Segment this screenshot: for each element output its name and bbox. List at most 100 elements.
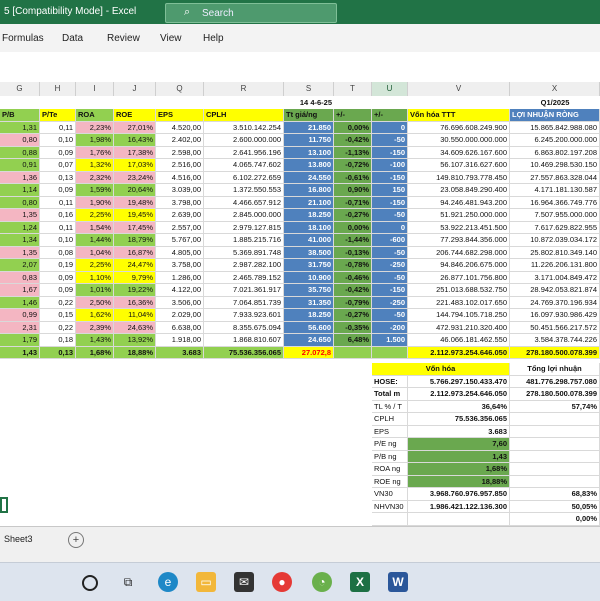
cell-change[interactable]: -50 [372,246,408,259]
cell-roa[interactable]: 2,32% [76,171,114,184]
cell-cplh[interactable]: 4.466.657.912 [204,196,284,209]
cell-roa[interactable]: 1,01% [76,284,114,297]
summary-value-2[interactable] [510,450,600,463]
cell-cplh[interactable]: 7.933.923.601 [204,309,284,322]
cell-market-cap[interactable]: 30.550.000.000.000 [408,134,510,147]
cell-net-profit[interactable]: 10.469.298.530.150 [510,159,600,172]
cell-pb[interactable]: 1,34 [0,234,40,247]
cell-pb[interactable]: 1,14 [0,184,40,197]
cell-price[interactable]: 24.550 [284,171,334,184]
cell-market-cap[interactable]: 221.483.102.017.650 [408,296,510,309]
cell-price[interactable]: 10.900 [284,271,334,284]
cell-change[interactable]: 0 [372,221,408,234]
cell-roe[interactable]: 27,01% [114,121,156,134]
cell-roe[interactable]: 24,47% [114,259,156,272]
cell-pb[interactable]: 1,35 [0,209,40,222]
total-roe[interactable]: 18,88% [114,346,156,359]
cell-change[interactable]: -200 [372,321,408,334]
column-header-q[interactable]: Q [156,82,204,96]
cell-net-profit[interactable]: 25.802.810.349.140 [510,246,600,259]
cell-change-pct[interactable]: -1,13% [334,146,372,159]
cell-roa[interactable]: 2,39% [76,321,114,334]
cell-net-profit[interactable]: 6.863.802.197.208 [510,146,600,159]
column-header-h[interactable]: H [40,82,76,96]
cell-eps[interactable]: 3.758,00 [156,259,204,272]
cell-pte[interactable]: 0,18 [40,334,76,347]
cell-change-pct[interactable]: -0,78% [334,259,372,272]
cell-roe[interactable]: 17,03% [114,159,156,172]
cell-roe[interactable]: 23,24% [114,171,156,184]
cell-market-cap[interactable]: 251.013.688.532.750 [408,284,510,297]
column-header-g[interactable]: G [0,82,40,96]
cell-change-pct[interactable]: -0,42% [334,284,372,297]
cell-roa[interactable]: 1,59% [76,184,114,197]
cell-net-profit[interactable]: 16.097.930.986.429 [510,309,600,322]
summary-value-2[interactable]: 0,00% [510,513,600,526]
edge-icon[interactable]: e [158,572,178,592]
cell-change-pct[interactable]: 0,90% [334,184,372,197]
cell-change[interactable]: -50 [372,309,408,322]
cell-eps[interactable]: 2.029,00 [156,309,204,322]
menu-help[interactable]: Help [203,33,224,44]
cell-roe[interactable]: 9,79% [114,271,156,284]
cell-eps[interactable]: 3.506,00 [156,296,204,309]
cell-pte[interactable]: 0,10 [40,134,76,147]
cell-cplh[interactable]: 2.641.956.196 [204,146,284,159]
cell-change[interactable]: -50 [372,271,408,284]
summary-value-2[interactable] [510,463,600,476]
cell-market-cap[interactable]: 94.846.206.675.000 [408,259,510,272]
cell-change-pct[interactable]: -0,46% [334,271,372,284]
cell-roe[interactable]: 19,48% [114,196,156,209]
summary-value[interactable]: 1,68% [408,463,510,476]
cell-pb[interactable]: 0,80 [0,196,40,209]
cell-cplh[interactable]: 1.868.810.607 [204,334,284,347]
cell-net-profit[interactable]: 50.451.566.217.572 [510,321,600,334]
cell-change-pct[interactable]: -0,35% [334,321,372,334]
cell-pb[interactable]: 0,88 [0,146,40,159]
cell-price[interactable]: 18.250 [284,209,334,222]
add-sheet-button[interactable]: + [68,532,84,548]
cell-eps[interactable]: 4.520,00 [156,121,204,134]
cell-change[interactable]: -250 [372,259,408,272]
cell-cplh[interactable]: 7.021.361.917 [204,284,284,297]
cell-pb[interactable]: 0,91 [0,159,40,172]
cell-pte[interactable]: 0,19 [40,259,76,272]
cell-roe[interactable]: 16,87% [114,246,156,259]
cell-market-cap[interactable]: 46.066.181.462.550 [408,334,510,347]
summary-value[interactable]: 1,43 [408,450,510,463]
word-icon[interactable]: W [388,572,408,592]
cell-price[interactable]: 31.750 [284,259,334,272]
cell-pte[interactable]: 0,15 [40,309,76,322]
cell-change-pct[interactable]: -0,79% [334,296,372,309]
cell-change-pct[interactable]: -0,71% [334,196,372,209]
cell-price[interactable]: 21.100 [284,196,334,209]
total-pte[interactable]: 0,13 [40,346,76,359]
summary-value-2[interactable] [510,413,600,426]
cell-change[interactable]: -150 [372,146,408,159]
cell-cplh[interactable]: 3.510.142.254 [204,121,284,134]
total-change-pct[interactable] [334,346,372,359]
cell-pte[interactable]: 0,09 [40,146,76,159]
summary-value[interactable]: 75.536.356.065 [408,413,510,426]
total-change[interactable] [372,346,408,359]
cell-pb[interactable]: 1,79 [0,334,40,347]
header-roa[interactable]: ROA [76,109,114,122]
cell-net-profit[interactable]: 4.171.181.130.587 [510,184,600,197]
cell-change-pct[interactable]: 6,48% [334,334,372,347]
header-eps[interactable]: EPS [156,109,204,122]
cell-cplh[interactable]: 2.845.000.000 [204,209,284,222]
summary-value-2[interactable] [510,438,600,451]
cell-price[interactable]: 11.750 [284,134,334,147]
summary-value-2[interactable]: 68,83% [510,488,600,501]
cell-cplh[interactable]: 8.355.675.094 [204,321,284,334]
cell-net-profit[interactable]: 24.769.370.196.934 [510,296,600,309]
cell-change[interactable]: 1.500 [372,334,408,347]
cell-eps[interactable]: 1.918,00 [156,334,204,347]
cell-change-pct[interactable]: 0,00% [334,121,372,134]
cell-pb[interactable]: 1,67 [0,284,40,297]
cell-pb[interactable]: 0,80 [0,134,40,147]
cell-roe[interactable]: 16,36% [114,296,156,309]
cell-cplh[interactable]: 4.065.747.602 [204,159,284,172]
menu-data[interactable]: Data [62,33,83,44]
cell-roe[interactable]: 17,38% [114,146,156,159]
